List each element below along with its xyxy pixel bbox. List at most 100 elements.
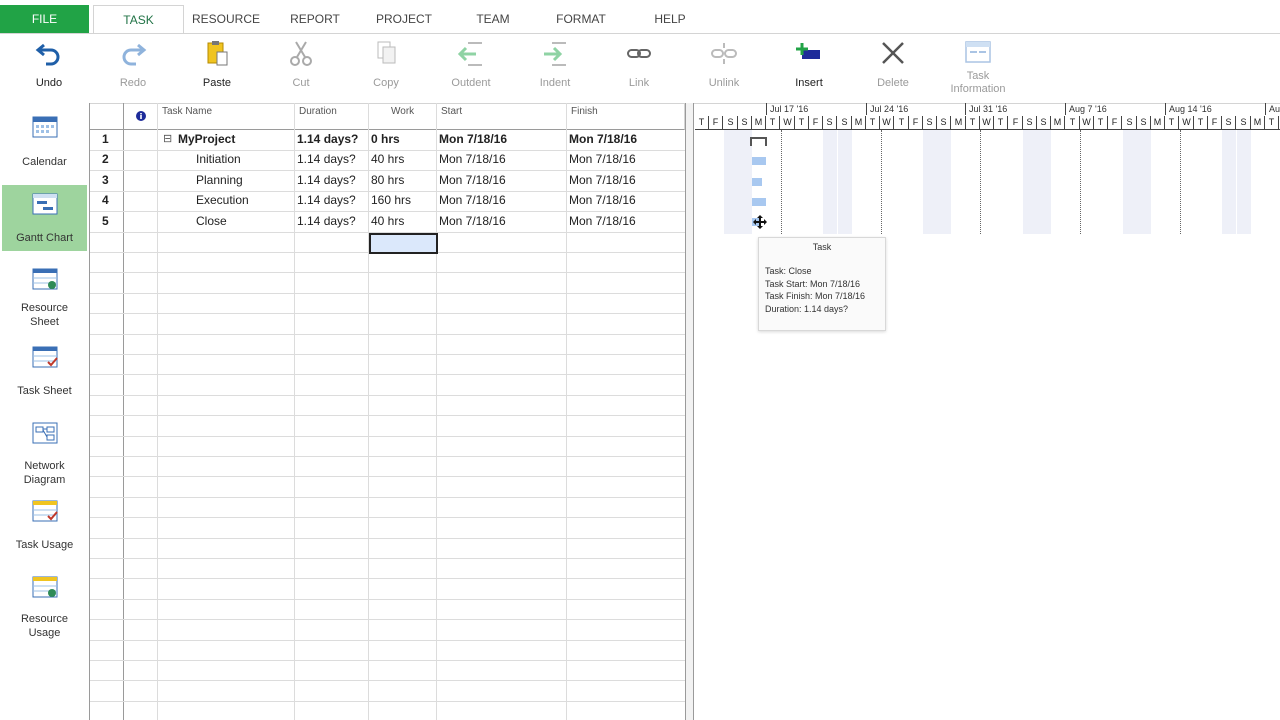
- timescale-day-label: S: [1137, 116, 1151, 129]
- task-start[interactable]: Mon 7/18/16: [439, 190, 506, 210]
- header-work[interactable]: Work: [369, 103, 437, 130]
- row-id: 5: [102, 214, 109, 228]
- indent-icon: [544, 42, 566, 66]
- task-duration[interactable]: 1.14 days?: [297, 170, 356, 190]
- task-duration[interactable]: 1.14 days?: [297, 190, 356, 210]
- task-name[interactable]: Close: [196, 211, 227, 231]
- gantt-chart-icon: [32, 193, 57, 215]
- timescale-day-label: S: [1222, 116, 1236, 129]
- grid-row-line: [90, 334, 685, 335]
- view-gantt-chart-label: Gantt Chart: [16, 232, 73, 244]
- summary-task-bar[interactable]: [749, 136, 769, 148]
- grid-row-line: [90, 436, 685, 437]
- timescale-day-label: T: [766, 116, 780, 129]
- view-calendar[interactable]: Calendar: [2, 107, 87, 179]
- task-finish[interactable]: Mon 7/18/16: [569, 170, 636, 190]
- copy-icon: [377, 41, 396, 64]
- task-start[interactable]: Mon 7/18/16: [439, 129, 507, 149]
- info-icon: [136, 111, 146, 121]
- tab-task[interactable]: TASK: [93, 5, 184, 35]
- weekend-shading: [1237, 130, 1251, 234]
- unlink-button[interactable]: Unlink: [693, 34, 755, 102]
- task-duration[interactable]: 1.14 days?: [297, 211, 356, 231]
- task-duration[interactable]: 1.14 days?: [297, 129, 358, 149]
- task-start[interactable]: Mon 7/18/16: [439, 211, 506, 231]
- redo-button[interactable]: Redo: [102, 34, 164, 102]
- task-name[interactable]: Execution: [196, 190, 249, 210]
- tab-file[interactable]: FILE: [0, 5, 89, 33]
- task-bar-initiation[interactable]: [752, 157, 766, 165]
- header-indicators[interactable]: [124, 103, 158, 130]
- cut-button[interactable]: Cut: [270, 34, 332, 102]
- weekend-shading: [1222, 130, 1236, 234]
- task-work[interactable]: 80 hrs: [371, 170, 404, 190]
- task-work[interactable]: 160 hrs: [371, 190, 411, 210]
- view-resource-usage[interactable]: Resource Usage: [2, 569, 87, 641]
- delete-button[interactable]: Delete: [862, 34, 924, 102]
- header-finish[interactable]: Finish: [567, 103, 685, 130]
- timescale-day-label: F: [1108, 116, 1122, 129]
- view-network-diagram[interactable]: Network Diagram: [2, 415, 87, 486]
- outdent-button[interactable]: Outdent: [440, 34, 502, 102]
- tab-team[interactable]: TEAM: [464, 5, 522, 33]
- copy-button[interactable]: Copy: [355, 34, 417, 102]
- delete-label: Delete: [877, 77, 909, 89]
- insert-button[interactable]: Insert: [778, 34, 840, 102]
- task-work[interactable]: 40 hrs: [371, 149, 404, 169]
- resource-usage-icon: [32, 576, 57, 598]
- view-resource-sheet[interactable]: Resource Sheet: [2, 261, 87, 331]
- timescale-day-label: S: [1023, 116, 1037, 129]
- timescale-day-label: T: [1094, 116, 1108, 129]
- timescale-week-label: Jul 17 '16: [766, 103, 866, 115]
- view-task-usage[interactable]: Task Usage: [2, 493, 87, 553]
- link-icon: [627, 49, 651, 58]
- network-diagram-icon: [32, 422, 57, 444]
- row-id: 4: [102, 193, 109, 207]
- task-name[interactable]: Initiation: [196, 149, 241, 169]
- task-work[interactable]: 40 hrs: [371, 211, 404, 231]
- header-task-name[interactable]: Task Name: [158, 103, 295, 130]
- task-finish[interactable]: Mon 7/18/16: [569, 190, 636, 210]
- pane-splitter[interactable]: [685, 103, 694, 720]
- move-cursor-icon: [753, 215, 767, 229]
- task-finish[interactable]: Mon 7/18/16: [569, 129, 637, 149]
- week-separator: [980, 130, 981, 234]
- undo-button[interactable]: Undo: [18, 34, 80, 102]
- task-bar-execution[interactable]: [752, 198, 766, 206]
- selected-cell[interactable]: [369, 233, 438, 254]
- tab-format[interactable]: FORMAT: [548, 5, 614, 33]
- task-name[interactable]: Planning: [196, 170, 243, 190]
- task-finish[interactable]: Mon 7/18/16: [569, 211, 636, 231]
- timescale-day-label: M: [952, 116, 966, 129]
- header-start[interactable]: Start: [437, 103, 567, 130]
- task-work[interactable]: 0 hrs: [371, 129, 400, 149]
- task-duration[interactable]: 1.14 days?: [297, 149, 356, 169]
- task-name[interactable]: MyProject: [178, 129, 235, 149]
- task-start[interactable]: Mon 7/18/16: [439, 170, 506, 190]
- timescale-week-label: Aug 7 '16: [1065, 103, 1165, 115]
- grid-row-line: [90, 680, 685, 681]
- task-start[interactable]: Mon 7/18/16: [439, 149, 506, 169]
- tab-report[interactable]: REPORT: [280, 5, 350, 33]
- indent-label: Indent: [539, 77, 571, 89]
- grid-column-line: [368, 103, 369, 720]
- task-information-button[interactable]: Task Information: [940, 34, 1016, 102]
- indent-button[interactable]: Indent: [524, 34, 586, 102]
- view-task-sheet[interactable]: Task Sheet: [2, 339, 87, 399]
- tab-help[interactable]: HELP: [640, 5, 700, 33]
- timescale-day-label: T: [1165, 116, 1179, 129]
- header-duration[interactable]: Duration: [295, 103, 369, 130]
- tab-project[interactable]: PROJECT: [364, 5, 444, 33]
- link-button[interactable]: Link: [608, 34, 670, 102]
- weekend-shading: [838, 130, 852, 234]
- tab-resource[interactable]: RESOURCE: [186, 5, 266, 33]
- view-gantt-chart[interactable]: Gantt Chart: [2, 185, 87, 251]
- task-finish[interactable]: Mon 7/18/16: [569, 149, 636, 169]
- tooltip-task: Task: Close: [765, 266, 812, 276]
- paste-button[interactable]: Paste: [186, 34, 248, 102]
- grid-row-line: [90, 538, 685, 539]
- weekend-shading: [923, 130, 937, 234]
- collapse-toggle[interactable]: ⊟: [163, 129, 172, 149]
- task-bar-planning[interactable]: [752, 178, 762, 186]
- grid-column-line: [123, 103, 124, 720]
